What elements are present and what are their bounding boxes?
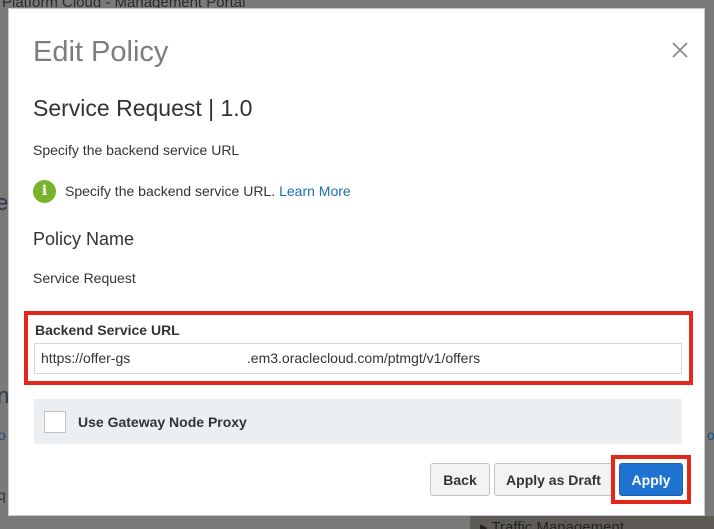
background-section-label: Traffic Management <box>491 519 624 529</box>
back-button[interactable]: Back <box>430 463 490 496</box>
gateway-proxy-label: Use Gateway Node Proxy <box>78 413 247 430</box>
policy-service-title: Service Request | 1.0 <box>33 95 253 121</box>
info-text: Specify the backend service URL. <box>65 183 276 199</box>
gateway-proxy-row: Use Gateway Node Proxy <box>34 399 682 444</box>
close-button[interactable] <box>669 39 691 61</box>
info-icon: i <box>33 179 56 203</box>
gateway-proxy-checkbox[interactable] <box>44 410 66 433</box>
policy-name-value: Service Request <box>33 270 136 286</box>
background-text-fragment: o <box>707 427 714 443</box>
policy-name-label: Policy Name <box>33 229 135 249</box>
backend-url-label: Backend Service URL <box>35 322 180 338</box>
apply-button[interactable]: Apply <box>619 463 683 496</box>
apply-as-draft-button[interactable]: Apply as Draft <box>494 463 613 496</box>
background-text-fragment: e <box>0 190 9 215</box>
background-section-header: ▸ Traffic Management <box>470 516 714 529</box>
backend-url-input[interactable]: https://offer-gs .em3.oraclecloud.com/pt… <box>34 343 682 374</box>
dialog-title: Edit Policy <box>33 36 169 68</box>
background-text-fragment: o <box>0 427 6 443</box>
info-message: i Specify the backend service URL. Learn… <box>33 179 351 203</box>
close-icon <box>672 42 688 58</box>
edit-policy-dialog: Edit Policy Service Request | 1.0 Specif… <box>8 8 705 516</box>
background-text-fragment: q <box>0 487 6 503</box>
learn-more-link[interactable]: Learn More <box>279 183 351 199</box>
policy-description: Specify the backend service URL <box>33 142 240 158</box>
